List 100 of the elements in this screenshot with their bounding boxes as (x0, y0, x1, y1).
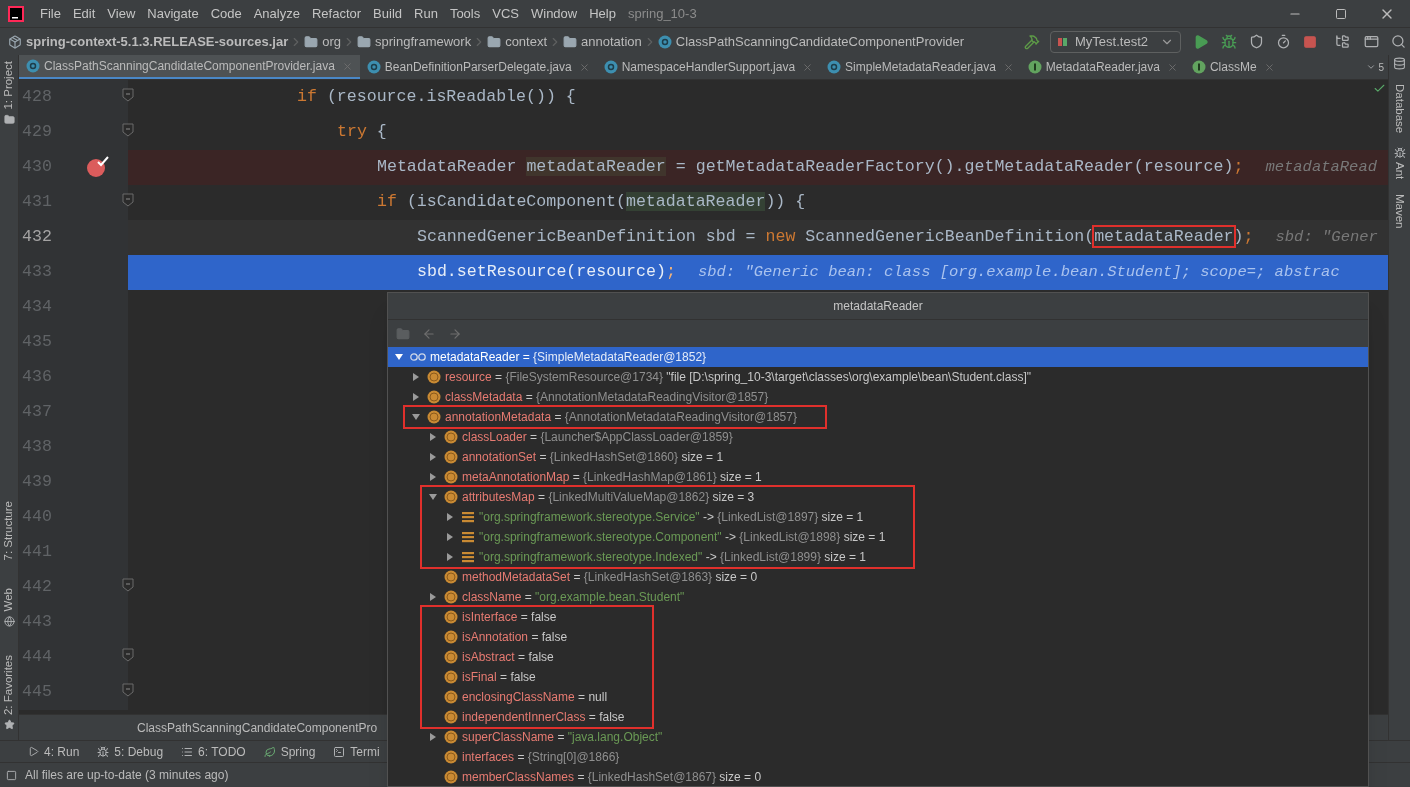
variable-row[interactable]: "org.springframework.stereotype.Service" -> {LinkedList@1897} size = 1 (420, 507, 916, 527)
variable-row[interactable]: "org.springframework.stereotype.Component" -> {LinkedList@1898} size = 1 (420, 527, 916, 547)
folder-tree-icon[interactable] (1335, 34, 1350, 49)
field-icon (444, 430, 458, 444)
variable-row[interactable]: metadataReader = {SimpleMetadataReader@1852} (388, 347, 1368, 367)
variable-row[interactable]: metaAnnotationMap = {LinkedHashMap@1861} size = 1 (388, 467, 1368, 487)
tool-window-tab[interactable]: Database (1390, 84, 1409, 134)
fold-marker-icon[interactable] (122, 578, 134, 592)
expand-arrow-icon[interactable] (411, 392, 421, 402)
expand-arrow-icon[interactable] (445, 512, 455, 522)
menu-item[interactable]: Tools (443, 3, 487, 24)
fold-marker-icon[interactable] (122, 683, 134, 697)
variable-row[interactable]: independentInnerClass = false (420, 707, 655, 729)
tool-window-tab[interactable]: 1: Project (0, 61, 18, 110)
menu-item[interactable]: Analyze (247, 3, 306, 24)
tool-window-tab[interactable]: Ant (1390, 162, 1409, 180)
variable-row[interactable]: classMetadata = {AnnotationMetadataReadingVisitor@1857} (388, 387, 1368, 407)
variable-row[interactable]: methodMetadataSet = {LinkedHashSet@1863} size = 0 (388, 567, 1368, 587)
tool-window-tab[interactable]: 2: Favorites (0, 654, 18, 715)
run-configuration-dropdown[interactable]: MyTest.test2 (1050, 30, 1181, 53)
variable-row[interactable]: annotationSet = {LinkedHashSet@1860} size = 1 (388, 447, 1368, 467)
variable-row[interactable]: classLoader = {Launcher$AppClassLoader@1859} (388, 427, 1368, 447)
menu-item[interactable]: Refactor (305, 3, 368, 24)
editor-tab[interactable]: ClassMe (1184, 55, 1282, 79)
editor-tab[interactable]: SimpleMetadataReader.java (820, 55, 1021, 79)
variable-row[interactable]: resource = {FileSystemResource@1734} "file [D:\spring_10-3\target\classes\org\example\bean\Student.class]" (388, 367, 1368, 387)
menu-item[interactable]: Help (583, 3, 622, 24)
tool-window-tab[interactable]: 7: Structure (0, 501, 18, 561)
breadcrumb-item[interactable]: spring-context-5.1.3.RELEASE-sources.jar (26, 31, 289, 52)
variable-row[interactable]: "org.springframework.stereotype.Indexed" -> {LinkedList@1899} size = 1 (420, 547, 916, 569)
tool-window-button[interactable]: 6: TODO (181, 742, 246, 761)
timer-icon[interactable] (1276, 34, 1291, 49)
maximize-icon[interactable] (1335, 7, 1347, 20)
fold-marker-icon[interactable] (122, 88, 134, 102)
collapse-arrow-icon[interactable] (411, 412, 421, 422)
menu-item[interactable]: Run (408, 3, 444, 24)
menu-item[interactable]: View (101, 3, 142, 24)
tool-window-tab[interactable]: Web (0, 588, 18, 612)
tool-window-button[interactable]: 4: Run (28, 742, 80, 761)
database-icon[interactable] (1393, 57, 1406, 70)
editor-tab[interactable]: MetadataReader.java (1020, 55, 1185, 79)
variable-row[interactable]: enclosingClassName = null (420, 687, 655, 707)
variable-row[interactable]: superClassName = "java.lang.Object" (388, 727, 1368, 747)
fold-marker-icon[interactable] (122, 123, 134, 137)
editor-breadcrumb[interactable]: ClassPathScanningCandidateComponentPro (137, 718, 378, 737)
class-icon (366, 60, 381, 74)
variable-row[interactable]: memberClassNames = {LinkedHashSet@1867} size = 0 (388, 767, 1368, 787)
menu-item[interactable]: File (34, 3, 67, 24)
tool-window-tab[interactable]: Maven (1390, 193, 1409, 229)
breadcrumb-item[interactable]: org (322, 31, 342, 52)
window-icon[interactable] (1364, 34, 1379, 49)
shield-icon[interactable] (1249, 34, 1264, 49)
menu-item[interactable]: VCS (486, 3, 525, 24)
expand-arrow-icon[interactable] (428, 472, 438, 482)
breakpoint-icon[interactable] (86, 156, 110, 178)
expand-arrow-icon[interactable] (428, 432, 438, 442)
expand-arrow-icon[interactable] (428, 452, 438, 462)
expand-arrow-icon[interactable] (445, 532, 455, 542)
breadcrumb-item[interactable]: ClassPathScanningCandidateComponentProvider (675, 31, 965, 52)
expand-arrow-icon[interactable] (428, 732, 438, 742)
menu-item[interactable]: Navigate (141, 3, 205, 24)
variable-row[interactable]: isAbstract = false (420, 647, 655, 667)
tool-window-button[interactable]: Spring (263, 742, 316, 761)
menu-item[interactable]: Window (524, 3, 584, 24)
breadcrumb-item[interactable]: annotation (581, 31, 642, 52)
breadcrumb-item[interactable]: springframework (375, 31, 472, 52)
bug-icon[interactable] (1221, 33, 1237, 50)
fold-marker-icon[interactable] (122, 648, 134, 662)
menu-item[interactable]: Build (367, 3, 408, 24)
hammer-icon[interactable] (1024, 33, 1041, 50)
variable-row[interactable]: isFinal = false (420, 667, 655, 687)
tool-window-button[interactable]: Termi (333, 742, 380, 761)
play-icon[interactable] (1193, 33, 1209, 50)
check-icon (1373, 82, 1386, 95)
menu-item[interactable]: Edit (66, 3, 102, 24)
editor-tab[interactable]: ClassPathScanningCandidateComponentProvider.java (19, 55, 360, 79)
breadcrumb-item[interactable]: context (505, 31, 548, 52)
tab-list-icon[interactable] (1366, 62, 1377, 72)
collapse-arrow-icon[interactable] (428, 492, 438, 502)
editor-tab[interactable]: BeanDefinitionParserDelegate.java (359, 55, 597, 79)
square-icon[interactable] (6, 769, 17, 781)
variable-row[interactable]: attributesMap = {LinkedMultiValueMap@1862} size = 3 (420, 485, 916, 507)
variable-row[interactable]: isAnnotation = false (420, 627, 655, 647)
code-line: ScannedGenericBeanDefinition sbd = new ScannedGenericBeanDefinition(metadataReader); (417, 226, 1254, 249)
expand-arrow-icon[interactable] (445, 552, 455, 562)
fold-marker-icon[interactable] (122, 193, 134, 207)
variable-row[interactable]: interfaces = {String[0]@1866} (388, 747, 1368, 767)
menu-item[interactable]: Code (204, 3, 248, 24)
star-icon (3, 719, 15, 730)
tool-window-button[interactable]: 5: Debug (97, 742, 164, 761)
stop-icon[interactable] (1303, 34, 1317, 49)
expand-arrow-icon[interactable] (411, 372, 421, 382)
expand-arrow-icon[interactable] (428, 592, 438, 602)
variable-row[interactable]: isInterface = false (420, 605, 655, 627)
variable-row[interactable]: annotationMetadata = {AnnotationMetadataReadingVisitor@1857} (403, 405, 827, 429)
variable-row[interactable]: className = "org.example.bean.Student" (388, 587, 1368, 607)
search-icon[interactable] (1391, 34, 1406, 49)
collapse-arrow-icon[interactable] (394, 352, 404, 362)
field-icon (444, 630, 458, 644)
editor-tab[interactable]: NamespaceHandlerSupport.java (596, 55, 821, 79)
